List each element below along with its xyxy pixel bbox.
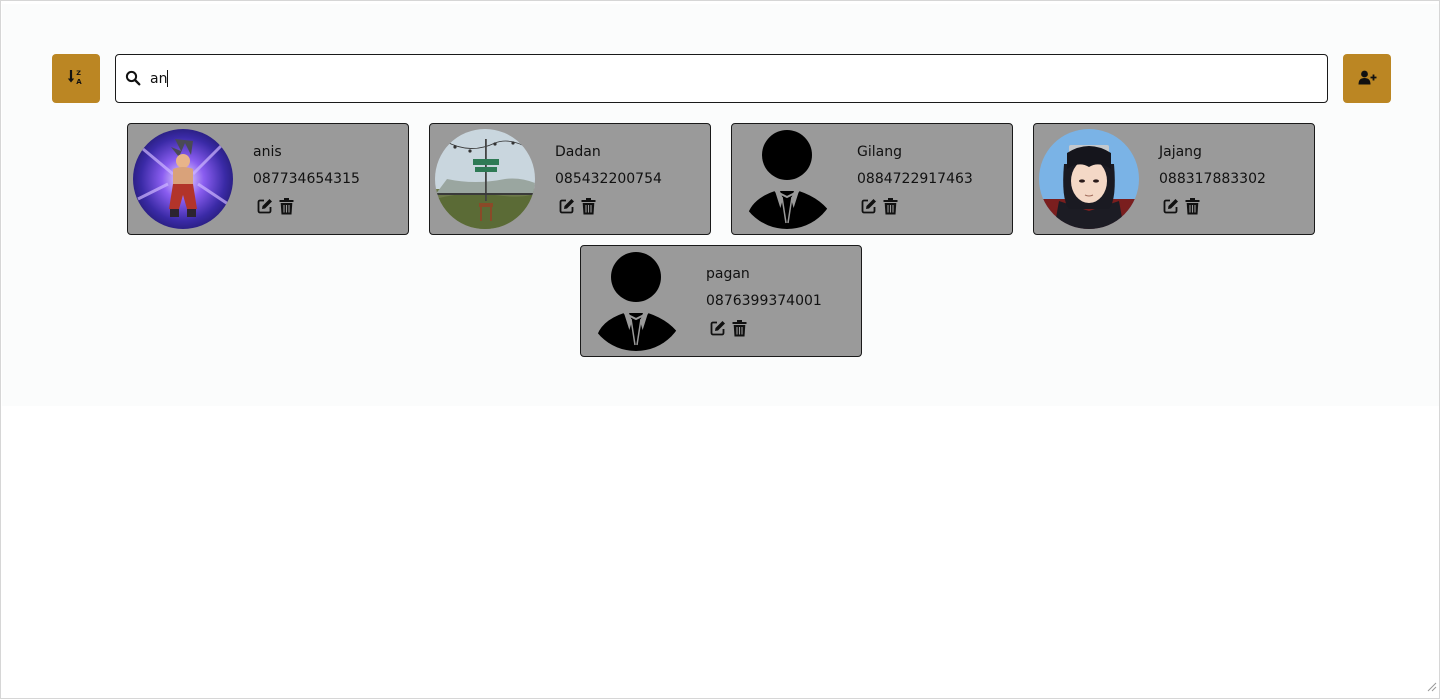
contact-avatar <box>133 129 233 229</box>
svg-text:Z: Z <box>76 69 81 77</box>
edit-icon[interactable] <box>861 197 877 215</box>
edit-icon[interactable] <box>257 197 273 215</box>
contact-avatar <box>1039 129 1139 229</box>
edit-icon[interactable] <box>559 197 575 215</box>
edit-icon[interactable] <box>1163 197 1179 215</box>
add-contact-button[interactable] <box>1343 54 1391 103</box>
contact-name: Gilang <box>857 144 902 160</box>
resize-grip-icon[interactable] <box>1425 677 1437 696</box>
search-field[interactable] <box>115 54 1328 103</box>
sort-alpha-down-icon: Z A <box>67 69 85 88</box>
contact-name: Jajang <box>1159 144 1202 160</box>
app-window: Z A an anis 087734654315 Dadan 085432200… <box>0 0 1440 699</box>
contact-phone: 0884722917463 <box>857 171 973 187</box>
trash-icon[interactable] <box>1184 197 1200 215</box>
contact-avatar <box>737 129 837 229</box>
user-plus-icon <box>1358 70 1377 88</box>
sort-button[interactable]: Z A <box>52 54 100 103</box>
contact-card[interactable]: Jajang 088317883302 <box>1033 123 1315 235</box>
search-input[interactable] <box>150 67 1310 91</box>
contact-card[interactable]: Dadan 085432200754 <box>429 123 711 235</box>
search-icon <box>125 70 141 90</box>
contact-name: Dadan <box>555 144 601 160</box>
trash-icon[interactable] <box>882 197 898 215</box>
contact-card[interactable]: Gilang 0884722917463 <box>731 123 1013 235</box>
text-caret <box>167 70 168 87</box>
contact-avatar <box>586 251 686 351</box>
edit-icon[interactable] <box>710 319 726 337</box>
contact-card[interactable]: anis 087734654315 <box>127 123 409 235</box>
trash-icon[interactable] <box>580 197 596 215</box>
trash-icon[interactable] <box>731 319 747 337</box>
contact-phone: 087734654315 <box>253 171 360 187</box>
contact-name: pagan <box>706 266 750 282</box>
contact-card[interactable]: pagan 0876399374001 <box>580 245 862 357</box>
contact-avatar <box>435 129 535 229</box>
contact-name: anis <box>253 144 282 160</box>
contact-phone: 0876399374001 <box>706 293 822 309</box>
contact-phone: 088317883302 <box>1159 171 1266 187</box>
trash-icon[interactable] <box>278 197 294 215</box>
svg-text:A: A <box>76 78 82 85</box>
contact-phone: 085432200754 <box>555 171 662 187</box>
